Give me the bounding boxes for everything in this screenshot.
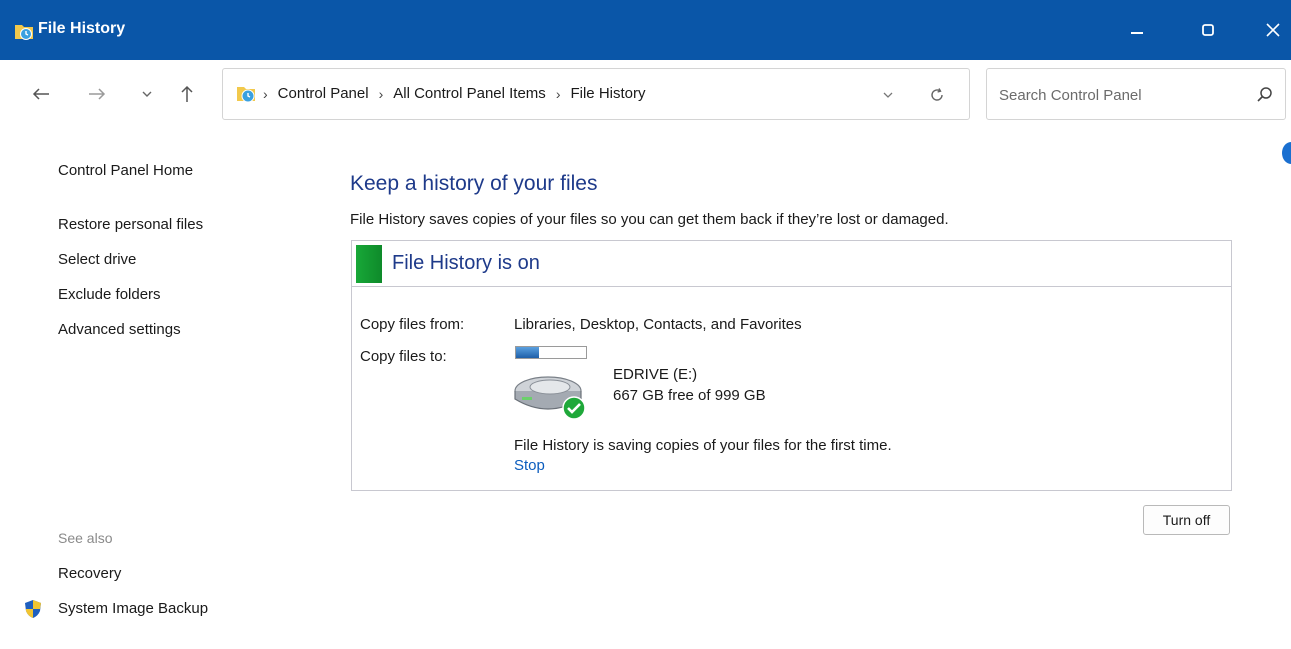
page-heading: Keep a history of your files — [350, 172, 598, 195]
status-indicator — [356, 245, 382, 283]
search-input[interactable] — [999, 83, 1239, 107]
drive-usage-bar — [515, 346, 587, 359]
drive-usage-fill — [516, 347, 540, 358]
refresh-icon — [931, 88, 943, 101]
address-bar[interactable]: › Control Panel › All Control Panel Item… — [222, 68, 970, 120]
drive-icon — [514, 376, 586, 420]
maximize-icon — [1202, 24, 1214, 36]
minimize-icon — [1131, 32, 1143, 34]
window-title: File History — [38, 20, 126, 37]
search-icon[interactable] — [1255, 85, 1275, 105]
select-drive-link[interactable]: Select drive — [58, 251, 136, 268]
breadcrumb-separator: › — [378, 85, 384, 102]
recovery-link[interactable]: Recovery — [58, 565, 121, 582]
turn-off-button[interactable]: Turn off — [1143, 505, 1230, 535]
close-icon — [1266, 23, 1280, 37]
status-panel: File History is on Copy files from: Libr… — [351, 240, 1232, 491]
title-bar: File History — [0, 0, 1291, 60]
status-header: File History is on — [352, 241, 1231, 287]
control-panel-home-link[interactable]: Control Panel Home — [58, 162, 193, 179]
back-arrow-icon — [32, 88, 49, 100]
close-button[interactable] — [1251, 10, 1291, 50]
copy-from-label: Copy files from: — [360, 316, 465, 333]
system-image-backup-link[interactable]: System Image Backup — [58, 600, 208, 617]
back-button[interactable] — [26, 80, 56, 108]
recent-locations-button[interactable] — [132, 80, 162, 108]
restore-personal-files-link[interactable]: Restore personal files — [58, 216, 203, 233]
copy-from-value: Libraries, Desktop, Contacts, and Favori… — [514, 316, 802, 333]
breadcrumb-separator: › — [555, 85, 561, 102]
breadcrumb: › Control Panel › All Control Panel Item… — [263, 85, 646, 102]
breadcrumb-separator: › — [263, 85, 268, 102]
chevron-down-icon — [142, 91, 152, 97]
drive-free-space: 667 GB free of 999 GB — [613, 387, 766, 404]
breadcrumb-all-items[interactable]: All Control Panel Items — [393, 85, 546, 102]
exclude-folders-link[interactable]: Exclude folders — [58, 286, 161, 303]
saving-message: File History is saving copies of your fi… — [514, 437, 892, 454]
uac-shield-icon — [25, 600, 41, 618]
page-description: File History saves copies of your files … — [350, 211, 949, 228]
breadcrumb-file-history[interactable]: File History — [570, 85, 645, 102]
copy-to-label: Copy files to: — [360, 348, 447, 365]
advanced-settings-link[interactable]: Advanced settings — [58, 321, 181, 338]
stop-link[interactable]: Stop — [514, 457, 545, 474]
maximize-button[interactable] — [1186, 10, 1230, 50]
edge-indicator — [1282, 142, 1291, 164]
forward-button[interactable] — [82, 80, 112, 108]
refresh-button[interactable] — [925, 83, 949, 107]
up-button[interactable] — [172, 80, 202, 108]
chevron-down-icon — [883, 92, 893, 98]
forward-arrow-icon — [89, 88, 106, 100]
up-arrow-icon — [181, 85, 193, 102]
status-title: File History is on — [392, 252, 540, 274]
file-history-icon — [15, 25, 33, 40]
search-box — [986, 68, 1286, 120]
drive-name: EDRIVE (E:) — [613, 366, 698, 383]
minimize-button[interactable] — [1115, 10, 1159, 50]
see-also-label: See also — [58, 530, 113, 546]
control-panel-icon — [237, 87, 255, 103]
breadcrumb-control-panel[interactable]: Control Panel — [278, 85, 369, 102]
address-dropdown-button[interactable] — [877, 84, 899, 106]
